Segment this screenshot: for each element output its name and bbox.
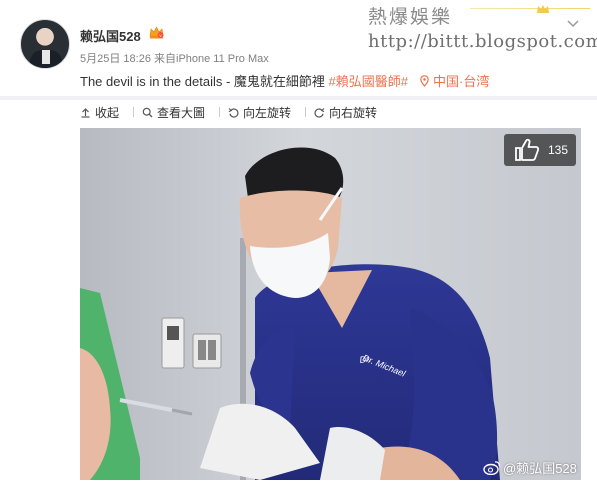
collapse-button[interactable]: 收起 — [80, 104, 119, 121]
location-pin-icon — [420, 75, 429, 87]
toolbar-separator — [305, 107, 307, 117]
divider — [0, 96, 597, 100]
post-content: The devil is in the details - 魔鬼就在細節裡 #賴… — [80, 71, 489, 90]
avatar[interactable] — [20, 19, 70, 69]
rotate-left-button[interactable]: 向左旋转 — [228, 104, 291, 121]
rotate-left-icon — [228, 107, 239, 118]
photo-illustration: Dr. Dr. Michael — [80, 128, 581, 480]
via-label: 来自 — [150, 53, 176, 65]
rotate-left-label: 向左旋转 — [243, 105, 292, 120]
photo-credit: @赖弘国528 — [483, 458, 577, 477]
toolbar-separator — [219, 107, 221, 117]
post-photo[interactable]: Dr. Dr. Michael — [80, 128, 581, 480]
view-large-button[interactable]: 查看大圖 — [142, 104, 205, 121]
search-icon — [142, 107, 153, 117]
rotate-right-icon — [314, 107, 325, 118]
post-date[interactable]: 5月25日 18:26 — [80, 53, 151, 65]
watermark-url: http://bittt.blogspot.com — [368, 31, 597, 52]
watermark: 熱爆娛樂 http://bittt.blogspot.com — [368, 2, 597, 52]
like-button[interactable]: 135 — [504, 134, 576, 166]
rotate-right-label: 向右旋转 — [329, 105, 378, 120]
thumbs-up-icon — [515, 138, 540, 161]
username-link[interactable]: 赖弘国528 — [80, 26, 141, 45]
chevron-down-icon[interactable] — [566, 18, 580, 28]
post-header: 赖弘国528 v 5月25日 18:26 来自iPhone 11 Pro Max… — [0, 0, 597, 100]
image-toolbar: 收起 查看大圖 向左旋转 向右旋转 — [80, 103, 391, 121]
post-device[interactable]: iPhone 11 Pro Max — [176, 53, 269, 65]
view-large-label: 查看大圖 — [157, 105, 206, 120]
rotate-right-button[interactable]: 向右旋转 — [314, 104, 377, 121]
photo-credit-text[interactable]: @赖弘国528 — [503, 458, 577, 477]
weibo-icon — [483, 461, 500, 475]
post-location[interactable]: 中国·台湾 — [433, 74, 489, 89]
like-count: 135 — [548, 143, 569, 157]
post-text: The devil is in the details - 魔鬼就在細節裡 — [80, 74, 329, 89]
collapse-icon — [81, 107, 90, 118]
avatar-shirt — [42, 50, 50, 64]
vip-crown-icon[interactable]: v — [148, 25, 165, 40]
post-meta: 5月25日 18:26 来自iPhone 11 Pro Max — [80, 50, 269, 66]
toolbar-separator — [133, 107, 135, 117]
watermark-title: 熱爆娛樂 — [368, 6, 453, 28]
post-hashtag[interactable]: #賴弘國醫師# — [329, 74, 408, 89]
collapse-label: 收起 — [95, 105, 120, 120]
